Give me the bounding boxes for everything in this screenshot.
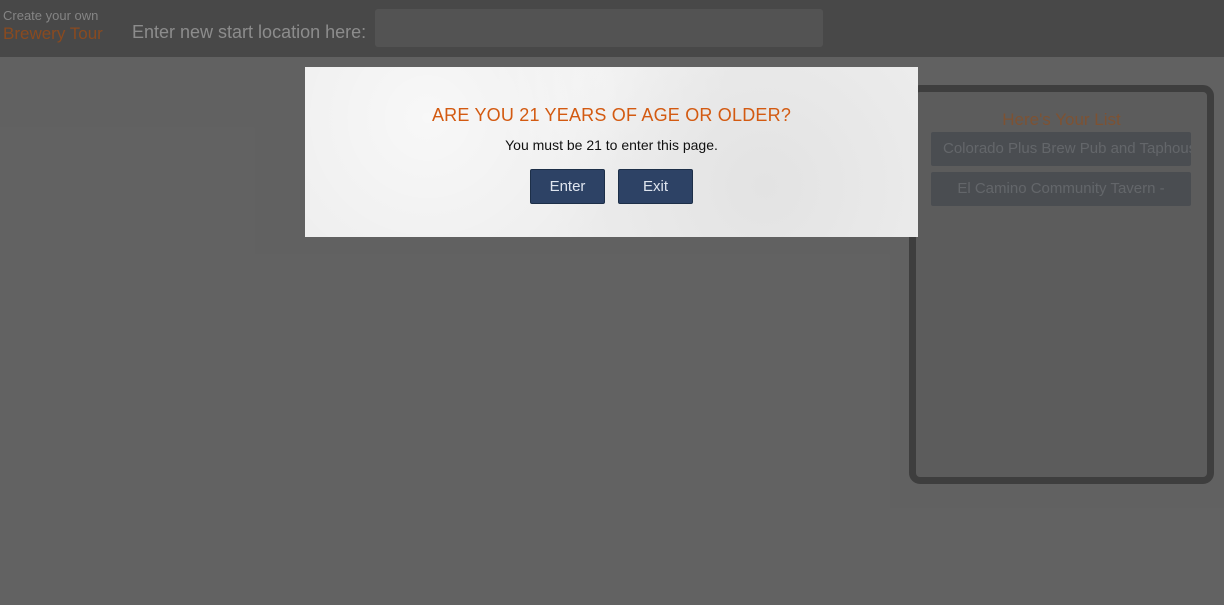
enter-button[interactable]: Enter (530, 169, 605, 204)
exit-button[interactable]: Exit (618, 169, 693, 204)
age-verification-modal: ARE YOU 21 YEARS OF AGE OR OLDER? You mu… (305, 67, 918, 237)
modal-title: ARE YOU 21 YEARS OF AGE OR OLDER? (431, 105, 792, 125)
modal-message: You must be 21 to enter this page. (505, 137, 718, 153)
